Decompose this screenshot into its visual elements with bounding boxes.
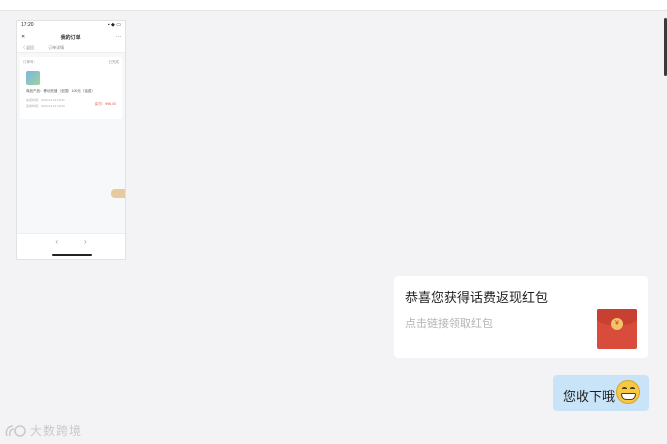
envelope-seal: ¥: [611, 318, 623, 330]
phone-product-line: 商品产品：移动充值（全国）100元（话费）: [26, 89, 95, 93]
phone-order-number: 订单号：: [23, 60, 37, 64]
message-text: 您收下哦: [563, 389, 616, 404]
red-envelope-icon: ¥: [597, 309, 637, 349]
watermark: 大数跨境: [4, 422, 82, 439]
grinning-face-icon: [616, 380, 640, 404]
phone-order-state: 已完成: [108, 60, 120, 64]
phone-meta-line: 完成时间：2020-03-19 18:33: [26, 104, 65, 108]
phone-status-icons: ▪ ◆ ▭: [107, 22, 121, 28]
watermark-logo-icon: [5, 424, 26, 437]
product-thumbnail: [26, 71, 40, 85]
phone-status-bar: 17:20 ▪ ◆ ▭: [17, 21, 125, 31]
phone-sub-bar: 〈 返回 订单详情: [17, 43, 125, 53]
close-icon: ✕: [21, 34, 26, 40]
phone-back-link: 〈 返回: [21, 44, 35, 50]
watermark-text: 大数跨境: [30, 424, 83, 438]
phone-sub-title: 订单详情: [48, 44, 65, 50]
chat-message-bubble[interactable]: 您收下哦: [553, 375, 649, 411]
red-packet-subtitle: 点击链接领取红包: [405, 318, 493, 330]
emoji-eye: [622, 387, 627, 390]
phone-nav-bar: ✕ 我的订单 ···: [17, 31, 125, 43]
phone-status-time: 17:20: [21, 22, 34, 28]
home-indicator: [52, 254, 92, 256]
phone-price: 实付：¥96.00: [94, 102, 116, 106]
floating-badge: [111, 189, 125, 198]
phone-nav-title: 我的订单: [60, 34, 81, 41]
phone-meta-line: 充值时间：2020-03-19 18:32: [26, 98, 65, 102]
emoji-mouth: [621, 393, 636, 400]
more-icon: ···: [116, 34, 121, 40]
red-packet-link-card[interactable]: 恭喜您获得话费返现红包 点击链接领取红包 ¥: [394, 276, 648, 358]
top-bar: [0, 0, 667, 11]
order-screenshot-image[interactable]: 17:20 ▪ ◆ ▭ ✕ 我的订单 ··· 〈 返回 订单详情 订单号： 已完…: [16, 20, 126, 260]
emoji-eye: [630, 387, 635, 390]
phone-order-card: 订单号： 已完成 商品产品：移动充值（全国）100元（话费） 充值时间：2020…: [20, 57, 122, 119]
red-packet-title: 恭喜您获得话费返现红包: [405, 290, 549, 305]
